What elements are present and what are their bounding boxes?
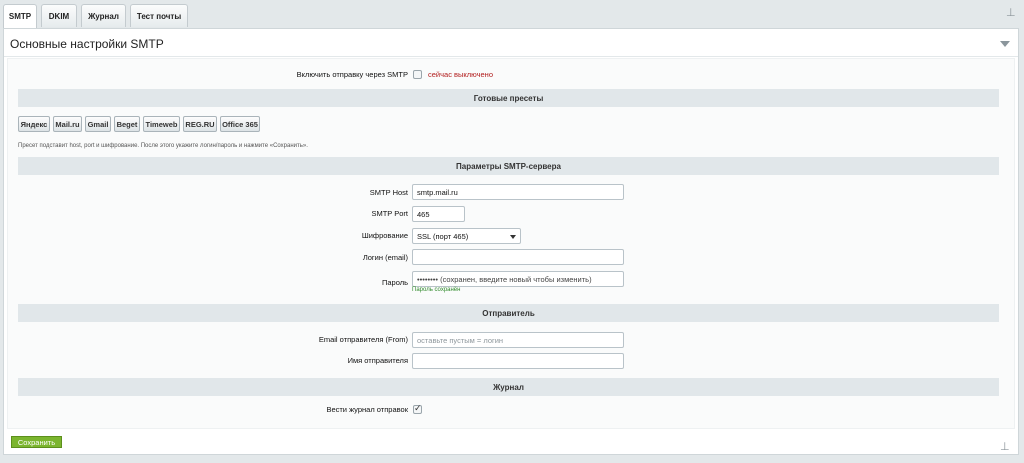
journal-label: Вести журнал отправок	[326, 405, 408, 414]
tab-label: Журнал	[88, 11, 119, 21]
from-email-label: Email отправителя (From)	[318, 335, 408, 344]
preset-timeweb[interactable]: Timeweb	[143, 116, 180, 132]
pin-icon[interactable]: ⊥	[1000, 440, 1010, 453]
journal-checkbox[interactable]	[413, 403, 422, 414]
sender-name-input[interactable]	[412, 353, 624, 369]
tab-label: DKIM	[48, 11, 70, 21]
enable-smtp-label: Включить отправку через SMTP	[296, 70, 408, 79]
smtp-port-input[interactable]: 465	[412, 206, 465, 222]
encryption-select[interactable]: SSL (порт 465)	[412, 228, 521, 244]
save-button[interactable]: Сохранить	[11, 436, 62, 448]
smtp-port-label: SMTP Port	[371, 209, 408, 218]
section-journal: Журнал	[18, 378, 999, 396]
chevron-down-icon	[510, 235, 516, 239]
pin-icon[interactable]: ⊥	[1006, 6, 1016, 19]
encryption-label: Шифрование	[361, 231, 408, 240]
section-server: Параметры SMTP-сервера	[18, 157, 999, 175]
preset-gmail[interactable]: Gmail	[85, 116, 111, 132]
sender-name-label: Имя отправителя	[347, 356, 408, 365]
smtp-host-label: SMTP Host	[369, 188, 408, 197]
preset-regru[interactable]: REG.RU	[183, 116, 217, 132]
section-presets: Готовые пресеты	[18, 89, 999, 107]
section-sender: Отправитель	[18, 304, 999, 322]
password-saved-note: Пароль сохранён	[412, 287, 461, 293]
enable-smtp-checkbox[interactable]	[413, 70, 422, 79]
password-input[interactable]: •••••••• (сохранен, введите новый чтобы …	[412, 271, 624, 287]
tab-label: SMTP	[8, 12, 32, 21]
preset-mailru[interactable]: Mail.ru	[53, 116, 82, 132]
preset-office365[interactable]: Office 365	[220, 116, 260, 132]
encryption-value: SSL (порт 465)	[417, 232, 469, 241]
preset-yandex[interactable]: Яндекс	[18, 116, 50, 132]
smtp-status: сейчас выключено	[428, 70, 493, 79]
tab-smtp[interactable]: SMTP	[3, 4, 37, 28]
tab-test-mail[interactable]: Тест почты	[130, 4, 188, 27]
smtp-host-input[interactable]: smtp.mail.ru	[412, 184, 624, 200]
collapse-icon[interactable]	[1000, 41, 1010, 47]
tab-label: Тест почты	[136, 11, 182, 21]
login-input[interactable]	[412, 249, 624, 265]
tab-journal[interactable]: Журнал	[81, 4, 126, 27]
panel-title: Основные настройки SMTP	[10, 37, 164, 51]
tab-bar: SMTP DKIM Журнал Тест почты ⊥	[0, 0, 1024, 28]
from-email-input[interactable]: оставьте пустым = логин	[412, 332, 624, 348]
password-label: Пароль	[381, 278, 408, 287]
login-label: Логин (email)	[362, 253, 408, 262]
preset-hint: Пресет подставит host, port и шифрование…	[18, 143, 308, 149]
preset-beget[interactable]: Beget	[114, 116, 140, 132]
tab-dkim[interactable]: DKIM	[41, 4, 77, 27]
panel-header: Основные настройки SMTP	[4, 29, 1018, 57]
